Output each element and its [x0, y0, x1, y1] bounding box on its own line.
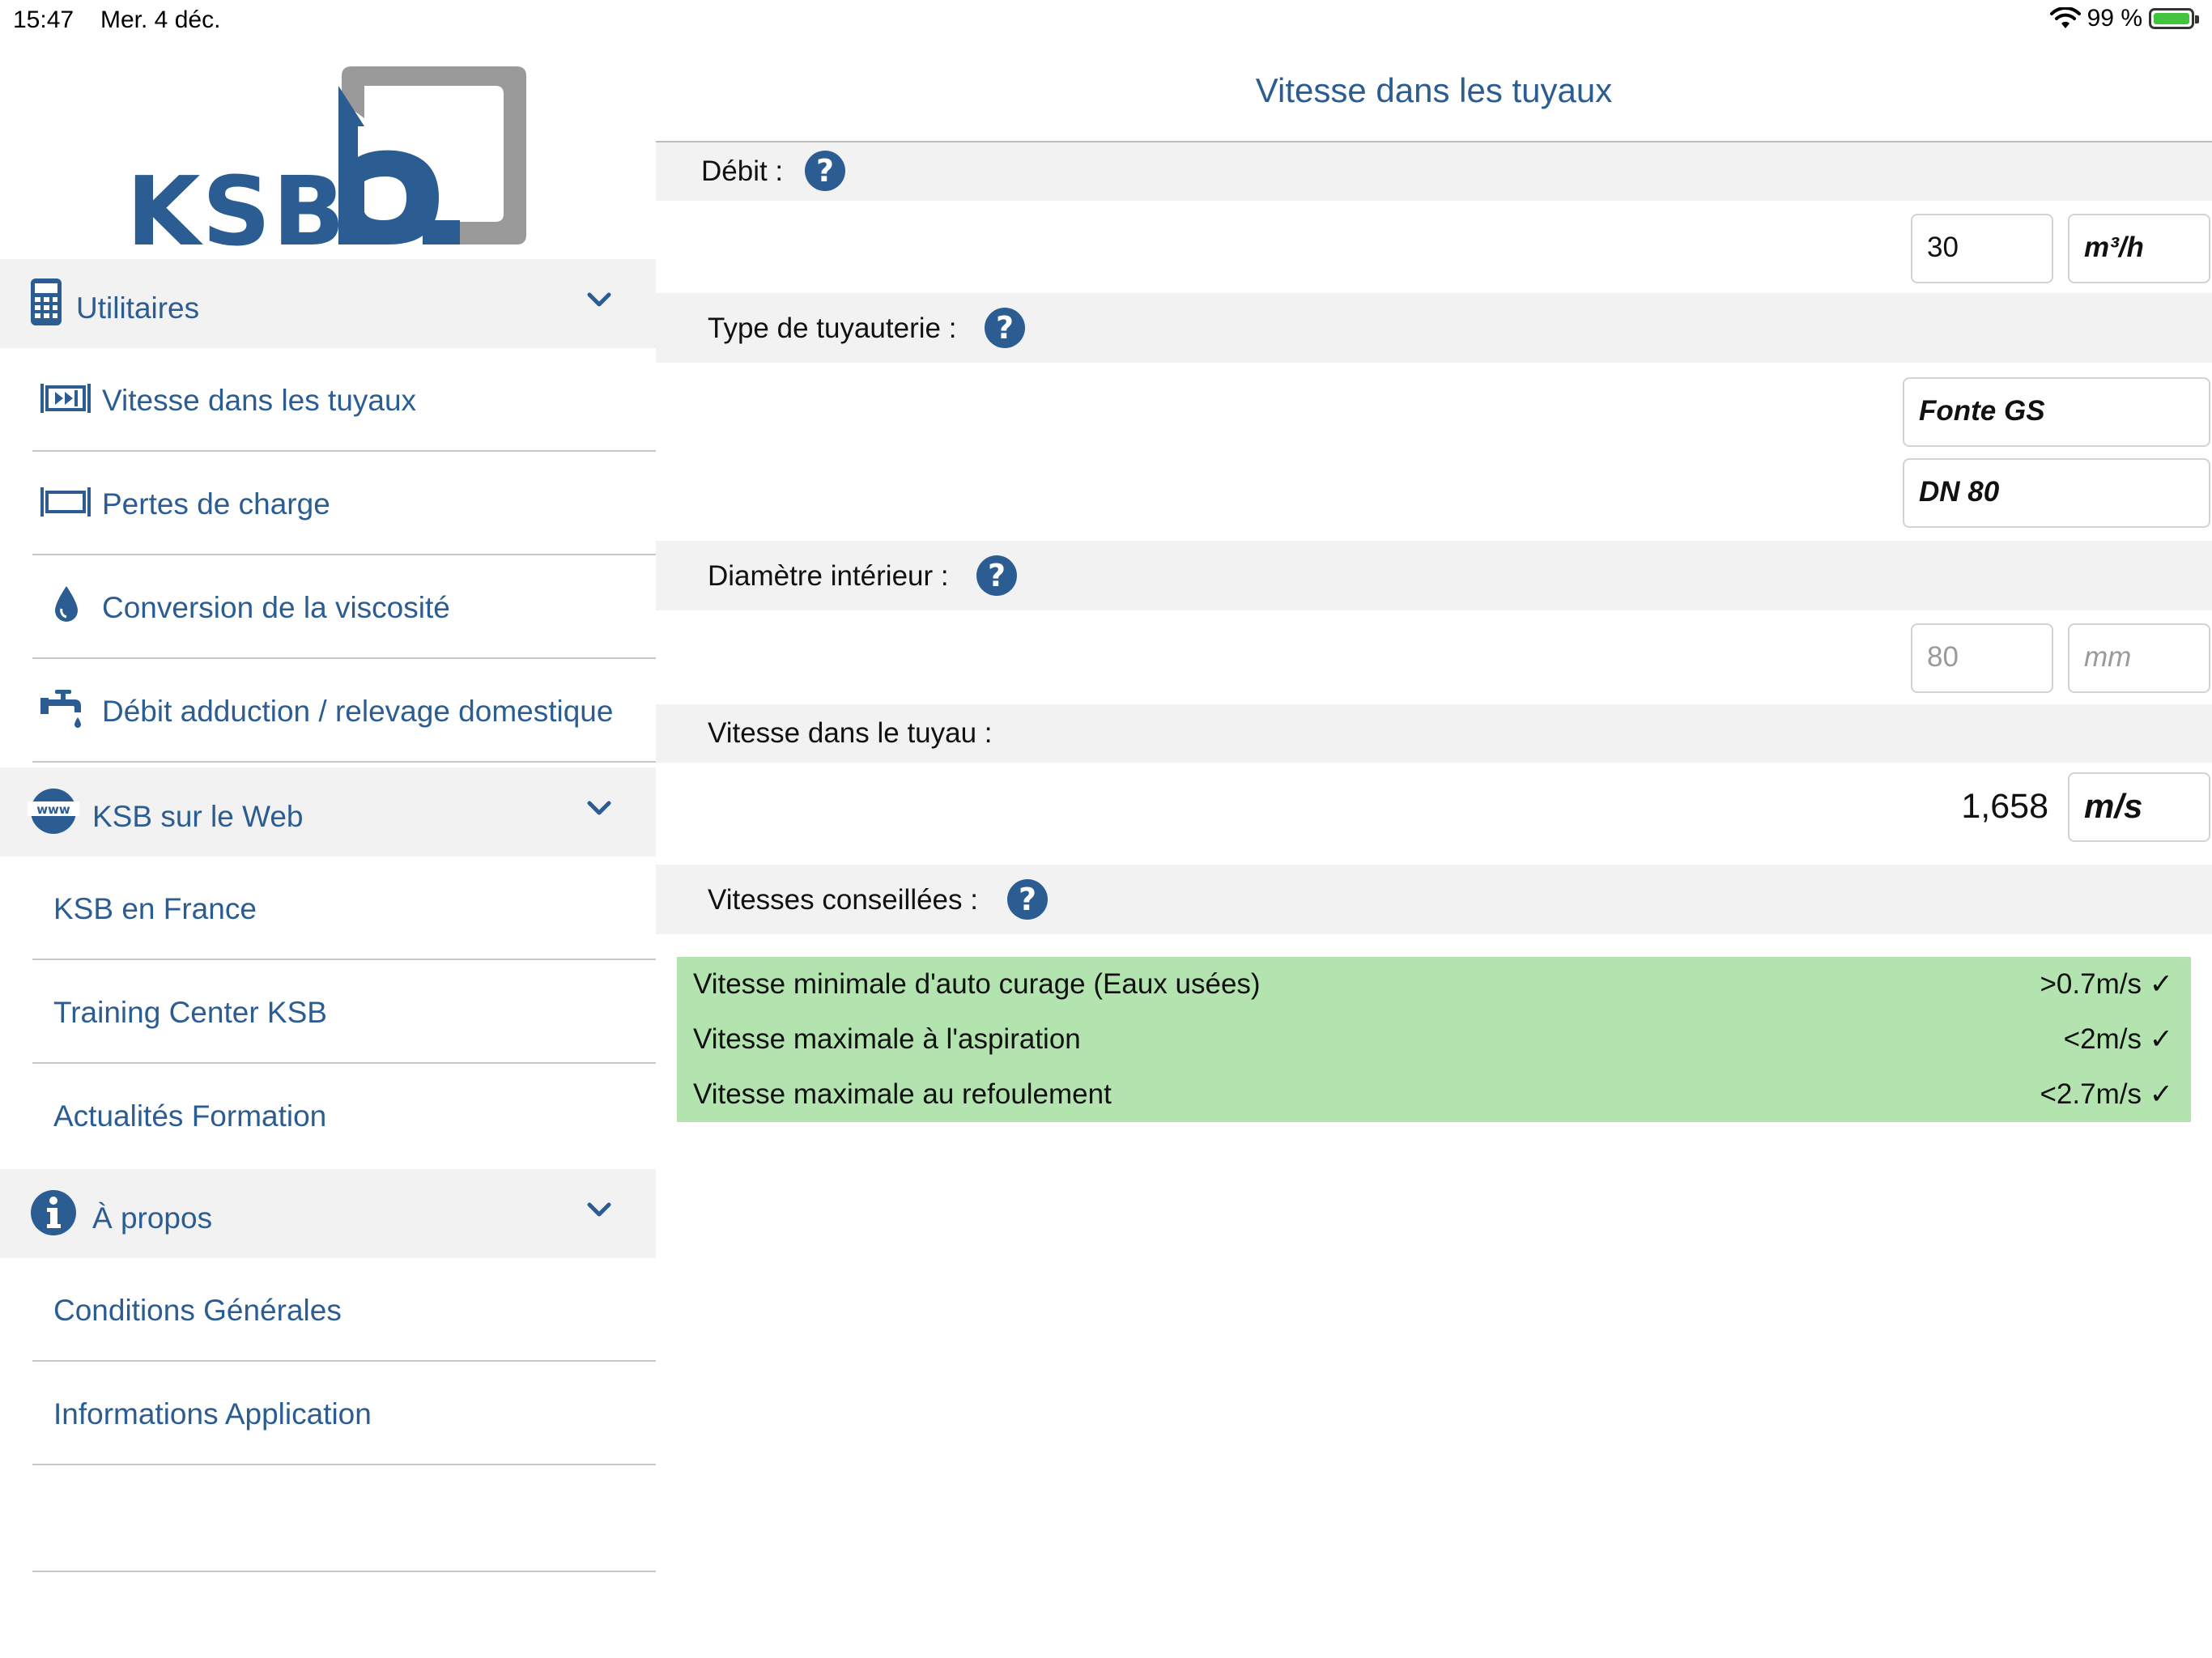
sidebar-item-ksb-france[interactable]: KSB en France [32, 857, 656, 960]
debit-header: Débit : ? [656, 142, 2212, 201]
status-date: Mer. 4 déc. [100, 6, 221, 33]
sidebar-item-informations-application[interactable]: Informations Application [32, 1362, 656, 1465]
recommended-row-label: Vitesse minimale d'auto curage (Eaux usé… [693, 968, 1261, 1000]
debit-unit-select[interactable]: m³/h [2068, 214, 2210, 283]
status-time: 15:47 [13, 6, 74, 33]
recommended-row-value: >0.7m/s ✓ [2040, 968, 2173, 1000]
sidebar-item-label: Vitesse dans les tuyaux [102, 384, 417, 417]
divider [32, 1571, 656, 1572]
battery-percent: 99 % [2087, 5, 2142, 32]
section-label: À propos [92, 1201, 213, 1235]
recommended-label: Vitesses conseillées : [708, 884, 978, 916]
sidebar-item-vitesse-tuyaux[interactable]: Vitesse dans les tuyaux [32, 348, 656, 452]
sidebar-item-label: Informations Application [53, 1397, 372, 1431]
section-a-propos[interactable]: À propos [0, 1169, 656, 1258]
sidebar-item-conditions-generales[interactable]: Conditions Générales [32, 1258, 656, 1362]
sidebar-item-debit-adduction[interactable]: Débit adduction / relevage domestique [32, 659, 656, 763]
recommended-row-value: <2.7m/s ✓ [2040, 1078, 2173, 1110]
debit-input[interactable]: 30 [1911, 214, 2053, 283]
sidebar-item-label: Conditions Générales [53, 1294, 342, 1327]
recommended-header: Vitesses conseillées : ? [656, 865, 2212, 934]
diameter-unit: mm [2068, 623, 2210, 693]
recommended-row-value: <2m/s ✓ [2063, 1023, 2173, 1055]
pipe-material-select[interactable]: Fonte GS [1903, 377, 2210, 447]
debit-label: Débit : [701, 155, 784, 187]
sidebar-item-pertes-charge[interactable]: Pertes de charge [32, 452, 656, 555]
wifi-icon [2049, 7, 2081, 28]
pipe-type-header: Type de tuyauterie : ? [656, 293, 2212, 363]
pipe-type-label: Type de tuyauterie : [708, 312, 957, 344]
recommended-row-label: Vitesse maximale à l'aspiration [693, 1023, 1081, 1055]
sidebar-item-label: Débit adduction / relevage domestique [102, 695, 614, 728]
battery-fill [2154, 13, 2189, 24]
recommended-row-label: Vitesse maximale au refoulement [693, 1078, 1112, 1110]
diameter-header: Diamètre intérieur : ? [656, 541, 2212, 610]
velocity-label: Vitesse dans le tuyau : [708, 717, 993, 749]
sidebar-item-label: Training Center KSB [53, 996, 327, 1029]
battery-icon [2149, 8, 2199, 29]
www-icon: www [28, 789, 79, 834]
sidebar-item-label: KSB en France [53, 892, 257, 925]
chevron-down-icon[interactable] [583, 283, 615, 316]
section-utilitaires[interactable]: Utilitaires [0, 259, 656, 348]
faucet-icon [40, 690, 81, 728]
sidebar: KSB Utilitaires Vitesse dans les tuyaux … [0, 39, 656, 1658]
sidebar-item-training-center[interactable]: Training Center KSB [32, 960, 656, 1064]
chevron-down-icon[interactable] [583, 792, 615, 824]
sidebar-item-label: Actualités Formation [53, 1099, 327, 1133]
pipe-nominal-select[interactable]: DN 80 [1903, 458, 2210, 528]
page-title: Vitesse dans les tuyaux [1255, 71, 1613, 109]
help-icon[interactable]: ? [805, 151, 845, 191]
diameter-input: 80 [1911, 623, 2053, 693]
section-label: KSB sur le Web [92, 800, 304, 833]
help-icon[interactable]: ? [976, 555, 1017, 596]
velocity-value: 1,658 [1961, 787, 2048, 826]
sidebar-item-label: Conversion de la viscosité [102, 591, 450, 624]
velocity-unit-select[interactable]: m/s [2068, 772, 2210, 842]
pipe-icon [40, 487, 91, 517]
help-icon[interactable]: ? [1007, 879, 1048, 920]
logo-text: KSB [126, 155, 347, 248]
status-right: 99 % [2049, 5, 2199, 32]
recommended-row: Vitesse maximale à l'aspiration <2m/s ✓ [677, 1012, 2191, 1067]
status-bar: 15:47 Mer. 4 déc. 99 % [0, 0, 2212, 39]
help-icon[interactable]: ? [985, 308, 1025, 348]
chevron-down-icon[interactable] [583, 1193, 615, 1226]
recommended-row: Vitesse minimale d'auto curage (Eaux usé… [677, 957, 2191, 1012]
sidebar-item-actualites-formation[interactable]: Actualités Formation [32, 1064, 656, 1167]
recommended-box: Vitesse minimale d'auto curage (Eaux usé… [677, 957, 2191, 1122]
recommended-row: Vitesse maximale au refoulement <2.7m/s … [677, 1067, 2191, 1122]
section-label: Utilitaires [76, 291, 200, 325]
diameter-label: Diamètre intérieur : [708, 560, 949, 592]
sidebar-item-viscosite[interactable]: Conversion de la viscosité [32, 555, 656, 659]
pipe-velocity-icon [40, 384, 91, 413]
main-panel: Vitesse dans les tuyaux Débit : ? 30 m³/… [656, 39, 2212, 1658]
sidebar-item-label: Pertes de charge [102, 487, 330, 521]
drop-icon [55, 586, 78, 622]
info-icon [31, 1190, 76, 1235]
calculator-icon [31, 278, 62, 325]
section-ksb-web[interactable]: www KSB sur le Web [0, 767, 656, 857]
ksb-logo: KSB [126, 66, 526, 248]
svg-text:www: www [36, 802, 70, 817]
velocity-header: Vitesse dans le tuyau : [656, 704, 2212, 763]
